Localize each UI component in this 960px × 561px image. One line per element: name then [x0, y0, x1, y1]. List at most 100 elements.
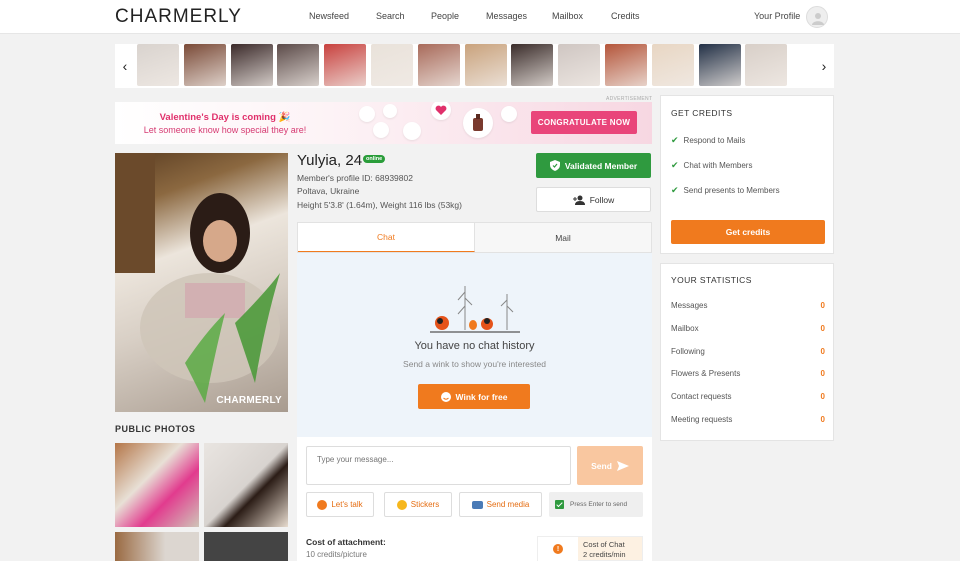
congratulate-button[interactable]: CONGRATULATE NOW — [531, 111, 637, 134]
stat-row-following[interactable]: Following 0 — [671, 347, 825, 356]
carousel-member-thumb[interactable] — [604, 44, 647, 86]
carousel-member-thumb[interactable] — [277, 44, 320, 86]
nav-newsfeed[interactable]: Newsfeed — [309, 11, 349, 21]
nav-mailbox[interactable]: Mailbox — [552, 11, 583, 21]
get-credits-title: GET CREDITS — [671, 108, 733, 118]
lets-talk-label: Let's talk — [331, 500, 363, 509]
stat-label: Meeting requests — [671, 415, 733, 424]
statistics-panel: YOUR STATISTICS Messages 0 Mailbox 0 Follo… — [660, 263, 834, 441]
carousel-member-thumb[interactable] — [230, 44, 273, 86]
info-icon: ! — [538, 537, 578, 561]
press-enter-label: Press Enter to send — [570, 501, 628, 508]
press-enter-toggle[interactable]: Press Enter to send — [549, 492, 643, 517]
stat-value: 0 — [820, 392, 825, 401]
profile-id: Member's profile ID: 68939802 — [297, 173, 413, 183]
credit-benefit-item: ✔ Send presents to Members — [671, 185, 780, 196]
stat-row-flowers[interactable]: Flowers & Presents 0 — [671, 369, 825, 378]
shield-check-icon — [549, 160, 560, 171]
statistics-title: YOUR STATISTICS — [671, 275, 752, 285]
chat-compose: Send Let's talk Stickers Send media Pres… — [297, 437, 652, 561]
stat-value: 0 — [820, 347, 825, 356]
stat-label: Messages — [671, 301, 708, 310]
validated-member-badge[interactable]: Validated Member — [536, 153, 651, 178]
wink-label: Wink for free — [455, 391, 508, 402]
profile-main-photo[interactable]: CHARMERLY — [115, 153, 288, 412]
valentine-banner[interactable]: Valentine's Day is coming 🎉 Let someone … — [115, 102, 652, 144]
chevron-left-icon[interactable]: ‹ — [115, 44, 135, 88]
add-user-icon — [572, 195, 585, 205]
carousel-member-thumb[interactable] — [745, 44, 788, 86]
nav-credits[interactable]: Credits — [611, 11, 640, 21]
carousel-member-thumb[interactable] — [511, 44, 554, 86]
checkbox-checked-icon — [555, 500, 564, 509]
get-credits-button[interactable]: Get credits — [671, 220, 825, 244]
carousel-member-thumb[interactable] — [417, 44, 460, 86]
carousel-member-thumb[interactable] — [183, 44, 226, 86]
wink-hint: Send a wink to show you're interested — [403, 359, 546, 369]
stat-value: 0 — [820, 369, 825, 378]
send-media-button[interactable]: Send media — [459, 492, 542, 517]
site-logo[interactable]: CHARMERLY — [115, 6, 242, 28]
message-input[interactable] — [306, 446, 571, 485]
banner-subtitle: Let someone know how special they are! — [143, 125, 307, 135]
check-icon: ✔ — [671, 135, 679, 145]
your-profile-link[interactable]: Your Profile — [754, 11, 800, 21]
banner-title: Valentine's Day is coming 🎉 — [159, 112, 291, 123]
stat-row-meeting-requests[interactable]: Meeting requests 0 — [671, 415, 825, 424]
paper-plane-icon — [616, 460, 629, 471]
public-photo-3[interactable] — [115, 532, 199, 561]
tab-mail[interactable]: Mail — [475, 223, 651, 252]
carousel-member-thumb[interactable] — [370, 44, 413, 86]
chat-bubble-icon — [317, 499, 328, 510]
profile-photo-illustration — [115, 153, 280, 403]
carousel-member-thumb[interactable] — [464, 44, 507, 86]
carousel-member-thumb[interactable] — [651, 44, 694, 86]
cost-attachment-title: Cost of attachment: — [306, 537, 386, 547]
check-icon: ✔ — [671, 160, 679, 170]
carousel-member-thumb[interactable] — [698, 44, 741, 86]
carousel-member-thumb[interactable] — [558, 44, 601, 86]
carousel-member-thumb[interactable] — [137, 44, 179, 86]
stat-label: Following — [671, 347, 705, 356]
public-photo-4[interactable] — [204, 532, 288, 561]
send-media-label: Send media — [486, 500, 530, 509]
check-icon: ✔ — [671, 185, 679, 195]
camera-icon — [471, 500, 483, 509]
profile-name: Yulyia, 24 — [297, 152, 363, 169]
cost-chat-label: Cost of Chat — [583, 540, 625, 549]
stat-row-contact-requests[interactable]: Contact requests 0 — [671, 392, 825, 401]
chat-empty-state: You have no chat history Send a wink to … — [297, 253, 652, 437]
stickers-label: Stickers — [410, 500, 440, 509]
cost-of-chat-box: ! Cost of Chat 2 credits/min — [537, 536, 643, 561]
stickers-button[interactable]: Stickers — [384, 492, 452, 517]
chevron-right-icon[interactable]: › — [814, 44, 834, 88]
avatar[interactable] — [806, 6, 828, 28]
send-button[interactable]: Send — [577, 446, 643, 485]
heart-icon — [435, 105, 447, 115]
stat-value: 0 — [820, 415, 825, 424]
wink-button[interactable]: Wink for free — [418, 384, 530, 409]
cost-attachment-value: 10 credits/picture — [306, 550, 367, 559]
follow-label: Follow — [589, 194, 615, 205]
follow-button[interactable]: Follow — [536, 187, 651, 212]
nav-messages[interactable]: Messages — [486, 11, 527, 21]
stat-row-mailbox[interactable]: Mailbox 0 — [671, 324, 825, 333]
get-credits-panel: GET CREDITS ✔ Respond to Mails ✔ Chat wi… — [660, 95, 834, 254]
stat-row-messages[interactable]: Messages 0 — [671, 301, 825, 310]
lets-talk-button[interactable]: Let's talk — [306, 492, 374, 517]
sticker-icon — [396, 499, 407, 510]
public-photo-1[interactable] — [115, 443, 199, 527]
carousel-member-thumb[interactable] — [324, 44, 367, 86]
profile-location: Poltava, Ukraine — [297, 186, 360, 196]
empty-chat-illustration — [430, 286, 520, 333]
nav-search[interactable]: Search — [376, 11, 405, 21]
nav-people[interactable]: People — [431, 11, 459, 21]
chat-mail-tabs: Chat Mail — [297, 222, 652, 253]
carousel-thumbs — [137, 44, 792, 88]
public-photo-2[interactable] — [204, 443, 288, 527]
gift-icon — [473, 114, 483, 131]
tab-chat[interactable]: Chat — [298, 223, 475, 252]
top-header: CHARMERLY Newsfeed Search People Message… — [0, 0, 960, 34]
user-icon — [812, 13, 824, 25]
cost-chat-value: 2 credits/min — [583, 550, 626, 559]
